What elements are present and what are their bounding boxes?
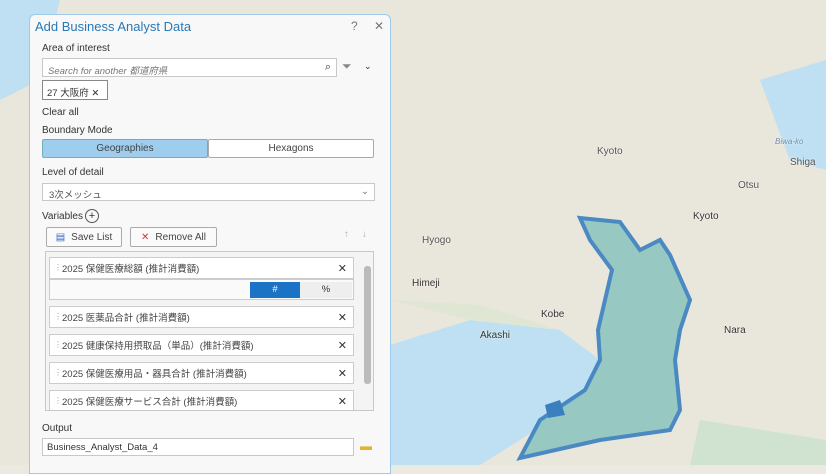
variable-item[interactable]: ⋮ 2025 保健医療用品・器具合計 (推計消費額) ✕: [49, 362, 354, 384]
remove-variable-icon[interactable]: ✕: [338, 367, 347, 380]
map-label: Kyoto: [597, 146, 623, 157]
remove-icon: ✕: [141, 231, 150, 243]
area-of-interest-label: Area of interest: [42, 43, 110, 54]
chevron-down-icon[interactable]: ⌄: [364, 61, 372, 72]
chip-label: 27 大阪府: [47, 88, 89, 99]
scrollbar[interactable]: [364, 266, 371, 384]
variables-label: Variables: [42, 211, 83, 222]
variable-label: 2025 保健医療用品・器具合計 (推計消費額): [62, 369, 247, 380]
variable-item[interactable]: ⋮ 2025 保健医療サービス合計 (推計消費額) ✕: [49, 390, 354, 410]
percent-format-toggle[interactable]: %: [300, 282, 352, 298]
variable-label: 2025 保健医療サービス合計 (推計消費額): [62, 397, 238, 408]
map-label: Kobe: [541, 309, 565, 320]
map-label: Hyogo: [422, 235, 451, 246]
remove-variable-icon[interactable]: ✕: [338, 395, 347, 408]
move-up-icon[interactable]: ↑: [344, 229, 349, 240]
move-down-icon[interactable]: ↓: [362, 229, 367, 240]
area-chip[interactable]: 27 大阪府 ✕: [42, 80, 108, 100]
remove-variable-icon[interactable]: ✕: [338, 262, 347, 275]
selected-value: 3次メッシュ: [49, 190, 102, 201]
variable-label: 2025 医薬品合計 (推計消費額): [62, 313, 190, 324]
geographies-toggle[interactable]: Geographies: [42, 139, 208, 158]
map-label: Biwa-ko: [775, 137, 804, 146]
area-search-input[interactable]: Search for another 都道府県 ⌕: [42, 58, 337, 77]
format-toggle: # %: [49, 279, 354, 300]
search-icon[interactable]: ⌕: [325, 61, 331, 74]
filter-icon[interactable]: ⏷: [342, 59, 352, 74]
save-list-button[interactable]: ▤ Save List: [46, 227, 122, 247]
save-list-label: Save List: [71, 231, 113, 243]
remove-variable-icon[interactable]: ✕: [338, 339, 347, 352]
clear-all-link[interactable]: Clear all: [42, 107, 79, 118]
boundary-mode-label: Boundary Mode: [42, 125, 113, 136]
remove-all-button[interactable]: ✕ Remove All: [130, 227, 217, 247]
output-label: Output: [42, 423, 73, 434]
variable-label: 2025 健康保持用摂取品（単品）(推計消費額): [62, 341, 254, 352]
level-of-detail-label: Level of detail: [42, 167, 104, 178]
remove-chip-icon[interactable]: ✕: [91, 88, 99, 99]
close-button[interactable]: ✕: [374, 19, 384, 33]
map-label: Kyoto: [693, 211, 719, 222]
variable-item[interactable]: ⋮ 2025 医薬品合計 (推計消費額) ✕: [49, 306, 354, 328]
add-variable-icon[interactable]: +: [85, 209, 99, 223]
output-input[interactable]: Business_Analyst_Data_4: [42, 438, 354, 456]
map-label: Nara: [724, 325, 746, 336]
pane-title: Add Business Analyst Data: [35, 19, 192, 34]
variable-label: 2025 保健医療総額 (推計消費額): [62, 264, 200, 275]
hexagons-toggle[interactable]: Hexagons: [208, 139, 374, 158]
add-business-analyst-data-pane: Add Business Analyst Data ? ✕ Area of in…: [29, 14, 391, 474]
map-label: Shiga: [790, 157, 816, 168]
chevron-down-icon: ⌄: [361, 186, 369, 197]
level-of-detail-select[interactable]: 3次メッシュ ⌄: [42, 183, 375, 201]
variable-item[interactable]: ⋮ 2025 保健医療総額 (推計消費額) ✕: [49, 257, 354, 279]
output-value: Business_Analyst_Data_4: [47, 442, 158, 453]
variable-item[interactable]: ⋮ 2025 健康保持用摂取品（単品）(推計消費額) ✕: [49, 334, 354, 356]
variables-list: ⋮ 2025 保健医療総額 (推計消費額) ✕ # % ⋮ 2025 医薬品合計 (推…: [45, 251, 374, 411]
help-button[interactable]: ?: [351, 19, 358, 33]
remove-variable-icon[interactable]: ✕: [338, 311, 347, 324]
number-format-toggle[interactable]: #: [250, 282, 300, 298]
map-label: Akashi: [480, 330, 511, 341]
save-list-icon: ▤: [55, 231, 66, 243]
map-label: Himeji: [412, 278, 440, 289]
map-label: Otsu: [738, 180, 760, 191]
folder-icon[interactable]: ▬: [360, 439, 372, 453]
search-placeholder: Search for another 都道府県: [48, 66, 168, 77]
remove-all-label: Remove All: [155, 231, 206, 243]
